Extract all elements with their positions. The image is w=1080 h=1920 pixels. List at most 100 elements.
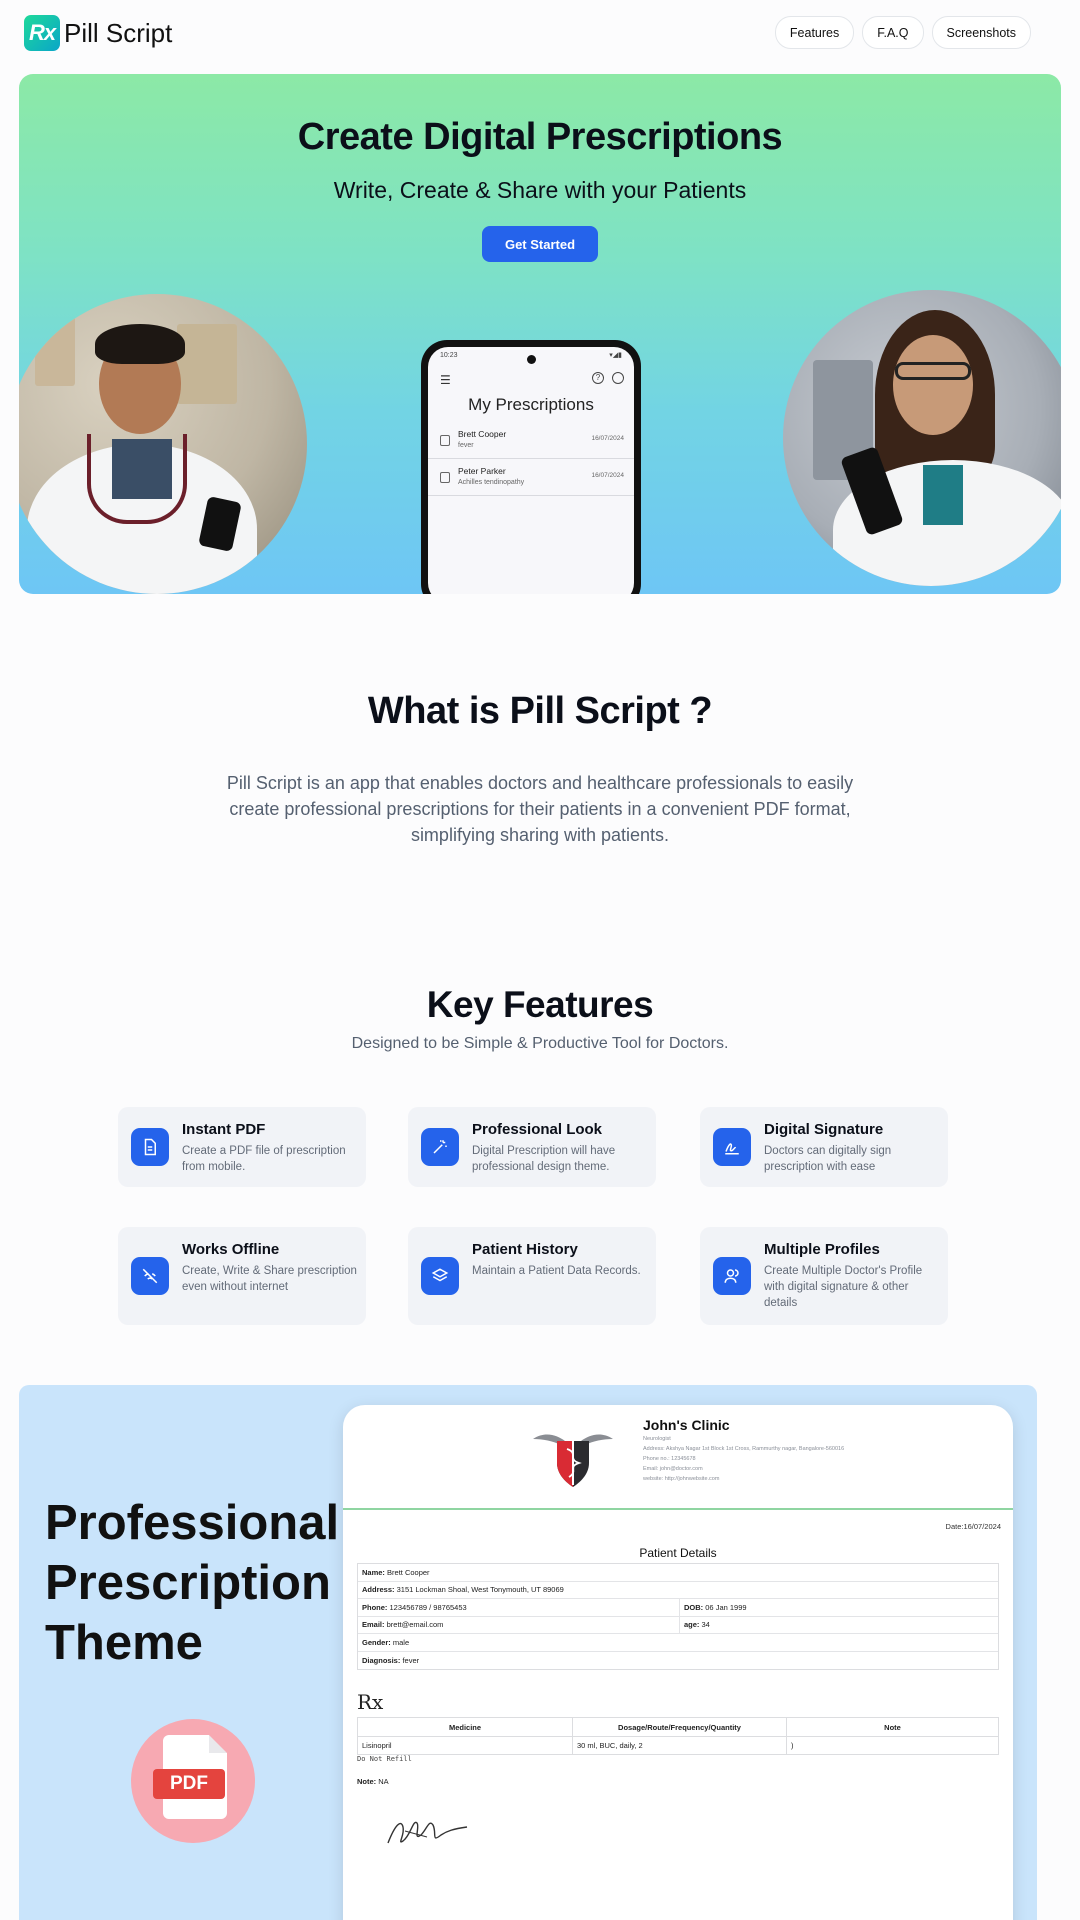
feature-desc: Create a PDF file of prescription from m…	[182, 1145, 346, 1173]
patient-diagnosis: fever	[458, 442, 474, 449]
profile-icon[interactable]	[612, 372, 624, 384]
clinic-caduceus-logo-icon	[533, 1434, 613, 1487]
phone-mockup: 10:23 ▾◢▮ ☰ ? My Prescriptions Brett Coo…	[421, 340, 641, 594]
feature-desc: Digital Prescription will have professio…	[472, 1145, 616, 1173]
field-label: DOB:	[684, 1602, 704, 1612]
patient-name: Brett Cooper	[458, 429, 507, 439]
pdf-icon: PDF	[131, 1719, 255, 1843]
female-doctor-photo	[783, 290, 1061, 586]
patient-details-table: Name: Brett Cooper Address: 3151 Lockman…	[357, 1563, 999, 1670]
prescription-list-item[interactable]: Brett Cooper fever 16/07/2024	[428, 423, 634, 459]
hero-subtitle: Write, Create & Share with your Patients	[333, 177, 747, 203]
feature-title: Instant PDF	[182, 1121, 266, 1138]
patient-name: Peter Parker	[458, 466, 506, 476]
prescription-note: Note: NA	[357, 1777, 389, 1786]
phone-status-icons: ▾◢▮	[609, 352, 622, 359]
theme-title-line: Prescription	[45, 1556, 331, 1610]
signature-icon	[713, 1128, 751, 1166]
field-label: age:	[684, 1620, 700, 1630]
feature-card-professional-look: Professional Look Digital Prescription w…	[408, 1107, 656, 1187]
feature-desc: Create, Write & Share prescription even …	[182, 1265, 357, 1293]
medicine-header-row: Medicine Dosage/Route/Frequency/Quantity…	[358, 1718, 998, 1736]
prescription-date: 16/07/2024	[591, 472, 624, 479]
medicine-note: )	[786, 1737, 998, 1754]
clinic-name: John's Clinic	[643, 1417, 730, 1433]
feature-title: Professional Look	[472, 1121, 603, 1138]
theme-title-line: Theme	[45, 1616, 203, 1670]
header-divider	[343, 1508, 1013, 1510]
features-title: Key Features	[426, 984, 654, 1025]
detail-row: Gender: male	[358, 1634, 998, 1652]
landing-page: Rx Pill Script Features F.A.Q Screenshot…	[0, 0, 1080, 1920]
patient-gender-value: male	[392, 1637, 410, 1647]
brand-name: Pill Script	[64, 17, 173, 48]
feature-card-patient-history: Patient History Maintain a Patient Data …	[408, 1227, 656, 1325]
medicine-table: Medicine Dosage/Route/Frequency/Quantity…	[357, 1717, 999, 1755]
top-nav: Rx Pill Script Features F.A.Q Screenshot…	[0, 0, 1080, 66]
phone-screen-title: My Prescriptions	[468, 395, 594, 414]
about-text: Pill Script is an app that enables docto…	[226, 773, 854, 845]
feature-title: Patient History	[472, 1241, 578, 1258]
patient-name-value: Brett Cooper	[387, 1567, 430, 1577]
feature-desc: Doctors can digitally sign prescription …	[764, 1145, 892, 1173]
refill-note: Do Not Refill	[357, 1755, 412, 1763]
wifi-off-icon	[131, 1257, 169, 1295]
patient-address-value: 3151 Lockman Shoal, West Tonymouth, UT 8…	[396, 1585, 564, 1595]
column-header: Note	[786, 1718, 998, 1736]
doctor-signature-icon	[387, 1821, 468, 1844]
column-header: Dosage/Route/Frequency/Quantity	[572, 1718, 786, 1736]
nav-screenshots-link[interactable]: Screenshots	[931, 16, 1031, 49]
feature-card-multiple-profiles: Multiple Profiles Create Multiple Doctor…	[700, 1227, 948, 1325]
clinic-info-line: Phone no.: 12345678	[643, 1456, 696, 1462]
medicine-name: Lisinopril	[362, 1741, 392, 1750]
theme-title-line: Professional	[45, 1496, 340, 1550]
hero-title: Create Digital Prescriptions	[297, 116, 783, 158]
patient-phone-value: 123456789 / 98765453	[389, 1602, 467, 1612]
hero-section: Create Digital Prescriptions Write, Crea…	[19, 74, 1061, 594]
get-started-button[interactable]: Get Started	[482, 226, 598, 262]
camera-icon	[527, 355, 536, 364]
medicine-dosage: 30 ml, BUC, daily, 2	[572, 1737, 786, 1754]
medicine-row: Lisinopril 30 ml, BUC, daily, 2 )	[358, 1736, 998, 1754]
users-icon	[713, 1257, 751, 1295]
prescription-icon	[440, 472, 450, 483]
detail-row: Phone: 123456789 / 98765453 DOB: 06 Jan …	[358, 1599, 998, 1617]
detail-row: Diagnosis: fever	[358, 1652, 998, 1670]
feature-card-works-offline: Works Offline Create, Write & Share pres…	[118, 1227, 366, 1325]
feature-card-digital-signature: Digital Signature Doctors can digitally …	[700, 1107, 948, 1187]
detail-row: Email: brett@email.com age: 34	[358, 1616, 998, 1634]
pdf-label: PDF	[153, 1769, 225, 1799]
nav-faq-link[interactable]: F.A.Q	[862, 16, 924, 49]
field-label: Name:	[362, 1567, 385, 1577]
patient-age-value: 34	[701, 1620, 710, 1630]
clinic-info-line: Email: john@doctor.com	[643, 1466, 703, 1472]
about-title: What is Pill Script ?	[367, 690, 713, 732]
nav-features-link[interactable]: Features	[774, 16, 855, 49]
field-label: Email:	[362, 1620, 385, 1630]
sample-prescription: John's Clinic Neurologist Address: Akshy…	[343, 1405, 1013, 1920]
detail-row: Name: Brett Cooper	[358, 1564, 998, 1582]
patient-diagnosis-value: fever	[402, 1655, 420, 1665]
feature-desc: Create Multiple Doctor's Profile with di…	[764, 1265, 923, 1309]
phone-time: 10:23	[440, 352, 458, 359]
field-label: Diagnosis:	[362, 1655, 401, 1665]
phone-screen: 10:23 ▾◢▮ ☰ ? My Prescriptions Brett Coo…	[428, 347, 634, 594]
menu-icon[interactable]: ☰	[440, 373, 451, 387]
prescription-date: Date:16/07/2024	[945, 1522, 1001, 1531]
brand-logo[interactable]: Rx Pill Script	[24, 15, 172, 51]
feature-title: Multiple Profiles	[764, 1241, 880, 1258]
feature-title: Digital Signature	[764, 1121, 884, 1138]
feature-desc: Maintain a Patient Data Records.	[472, 1265, 641, 1277]
theme-title: Professional Prescription Theme	[45, 1493, 339, 1673]
help-icon[interactable]: ?	[592, 372, 604, 384]
prescription-list-item[interactable]: Peter Parker Achilles tendinopathy 16/07…	[428, 460, 634, 496]
document-icon	[131, 1128, 169, 1166]
layers-icon	[421, 1257, 459, 1295]
prescription-icon	[440, 435, 450, 446]
field-label: Phone:	[362, 1602, 388, 1612]
rx-symbol: Rx	[357, 1690, 384, 1714]
feature-card-instant-pdf: Instant PDF Create a PDF file of prescri…	[118, 1107, 366, 1187]
patient-diagnosis: Achilles tendinopathy	[458, 479, 525, 486]
features-subtitle: Designed to be Simple & Productive Tool …	[351, 1035, 729, 1052]
theme-section: Professional Prescription Theme PDF John…	[19, 1385, 1037, 1920]
